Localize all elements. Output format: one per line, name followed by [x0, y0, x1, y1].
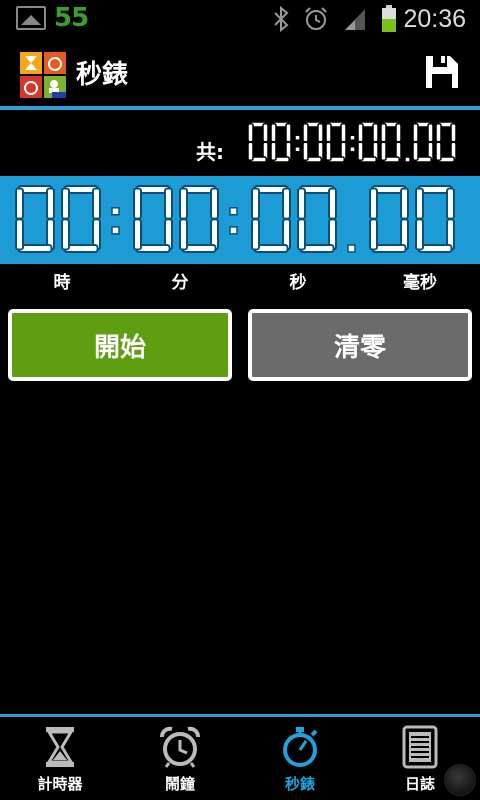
total-digit — [412, 121, 434, 163]
total-digit — [357, 121, 379, 163]
gallery-icon — [16, 6, 46, 30]
tab-label: 秒錶 — [284, 775, 315, 793]
status-right: 20:36 — [273, 2, 466, 36]
total-time-display — [247, 121, 457, 163]
status-left: 55 — [16, 3, 89, 33]
minutes-label: 分 — [171, 273, 189, 293]
main-digit — [133, 185, 173, 253]
total-digit — [435, 121, 457, 163]
colon-separator — [111, 207, 120, 235]
stopwatch-icon — [283, 727, 318, 767]
alarm-clock-icon — [160, 726, 200, 768]
total-label: 共: — [196, 140, 224, 164]
seconds-label: 秒 — [289, 273, 307, 293]
battery-charging-icon — [382, 5, 397, 32]
tab-timer[interactable]: 計時器 — [0, 717, 120, 800]
tab-label: 計時器 — [37, 775, 83, 793]
battery-level-text: 55 — [54, 3, 89, 33]
dot-separator — [404, 156, 411, 163]
save-icon[interactable] — [422, 52, 462, 92]
signal-icon — [345, 9, 366, 30]
action-bar: 秒錶 — [0, 38, 480, 106]
colon-separator — [349, 134, 356, 153]
main-digit — [15, 185, 55, 253]
colon-separator — [229, 207, 238, 235]
main-digit — [415, 185, 455, 253]
main-time-digits — [15, 185, 455, 253]
status-bar: 55 20:36 — [0, 0, 480, 38]
start-button[interactable]: 開始 — [8, 309, 232, 381]
tab-stopwatch[interactable]: 秒錶 — [240, 717, 360, 800]
dot-separator — [347, 244, 356, 253]
colon-separator — [294, 134, 301, 153]
unit-labels: 時 分 秒 毫秒 — [0, 268, 480, 296]
log-icon — [402, 725, 438, 769]
hourglass-icon — [46, 727, 74, 767]
app-logo-icon[interactable] — [20, 52, 66, 98]
timer-display — [0, 176, 480, 264]
alarm-icon — [305, 7, 328, 30]
total-digit — [247, 121, 269, 163]
total-digit — [302, 121, 324, 163]
page-title: 秒錶 — [76, 60, 129, 90]
clock-time: 20:36 — [403, 4, 466, 33]
tab-bar: 計時器 鬧鐘 秒錶 日誌 — [0, 717, 480, 800]
main-digit — [179, 185, 219, 253]
home-button-indicator[interactable] — [444, 764, 476, 796]
total-row: 共: — [0, 112, 480, 176]
tab-label: 日誌 — [404, 775, 435, 793]
main-digit — [61, 185, 101, 253]
milliseconds-label: 毫秒 — [403, 273, 437, 293]
total-digit — [380, 121, 402, 163]
main-digit — [369, 185, 409, 253]
hours-label: 時 — [53, 273, 71, 293]
tab-alarm[interactable]: 鬧鐘 — [120, 717, 240, 800]
bluetooth-icon — [274, 6, 289, 32]
total-digit — [270, 121, 292, 163]
main-digit — [297, 185, 337, 253]
reset-button[interactable]: 清零 — [248, 309, 472, 381]
action-bar-divider — [0, 106, 480, 110]
total-digit — [325, 121, 347, 163]
tab-label: 鬧鐘 — [164, 775, 195, 793]
main-digit — [251, 185, 291, 253]
